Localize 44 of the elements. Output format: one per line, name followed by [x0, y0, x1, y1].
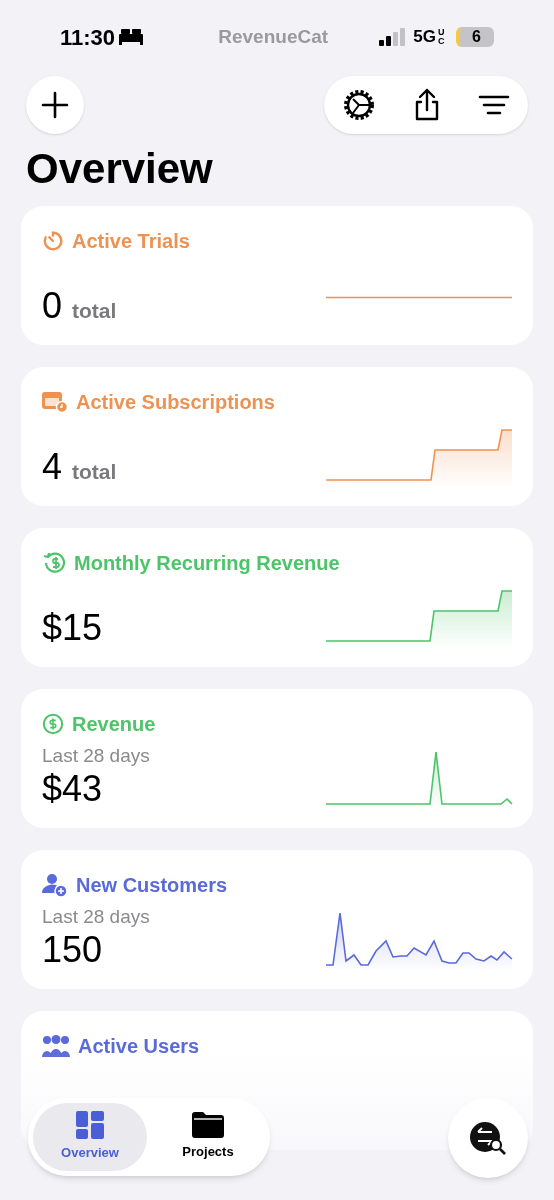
card-unit: total	[72, 298, 117, 324]
filter-lines-icon	[478, 93, 510, 117]
card-value: 4	[42, 446, 63, 488]
add-button[interactable]	[26, 76, 84, 134]
metric-card[interactable]: Monthly Recurring Revenue $15	[21, 528, 533, 667]
app-logo: RevenueCat	[218, 24, 329, 49]
gear-play-button[interactable]	[342, 88, 376, 122]
plus-icon	[41, 91, 69, 119]
timer-icon	[42, 230, 64, 252]
dollar-icon	[42, 713, 64, 735]
card-value: $43	[42, 768, 103, 810]
card-title: New Customers	[76, 873, 228, 898]
metric-card[interactable]: New Customers Last 28 days 150	[21, 850, 533, 989]
dashboard-icon	[76, 1111, 104, 1140]
page-title: Overview	[25, 144, 214, 194]
metric-card[interactable]: Active Trials 0 total	[21, 206, 533, 345]
battery-level: 6	[456, 27, 494, 47]
metric-card[interactable]: Active Subscriptions 4 total	[21, 367, 533, 506]
signal-icon	[379, 28, 408, 46]
gear-icon	[342, 88, 376, 122]
card-value: 150	[42, 929, 103, 971]
card-value: 0	[42, 285, 63, 327]
clock-time: 11:30	[60, 23, 116, 52]
card-subtitle: Last 28 days	[42, 905, 150, 929]
metric-card[interactable]: Revenue Last 28 days $43	[21, 689, 533, 828]
add-person-icon	[42, 873, 68, 897]
recurring-dollar-icon	[42, 552, 66, 574]
bed-icon	[119, 29, 144, 45]
folder-icon	[192, 1112, 224, 1139]
tab[interactable]: Overview	[33, 1103, 147, 1171]
network-suffix: UC	[438, 28, 446, 46]
menu-button[interactable]	[478, 93, 510, 117]
card-title: Active Users	[78, 1034, 200, 1059]
card-unit: total	[72, 459, 117, 485]
people-icon	[42, 1035, 70, 1057]
card-title: Active Trials	[72, 229, 190, 254]
card-title: Monthly Recurring Revenue	[74, 551, 340, 576]
card-title: Active Subscriptions	[76, 390, 275, 415]
arrows-search-icon	[469, 1121, 507, 1155]
network-type: 5G	[413, 26, 436, 49]
card-value: $15	[42, 607, 103, 649]
calendar-clock-icon	[42, 391, 68, 413]
card-subtitle: Last 28 days	[42, 744, 150, 768]
card-title: Revenue	[72, 712, 156, 737]
